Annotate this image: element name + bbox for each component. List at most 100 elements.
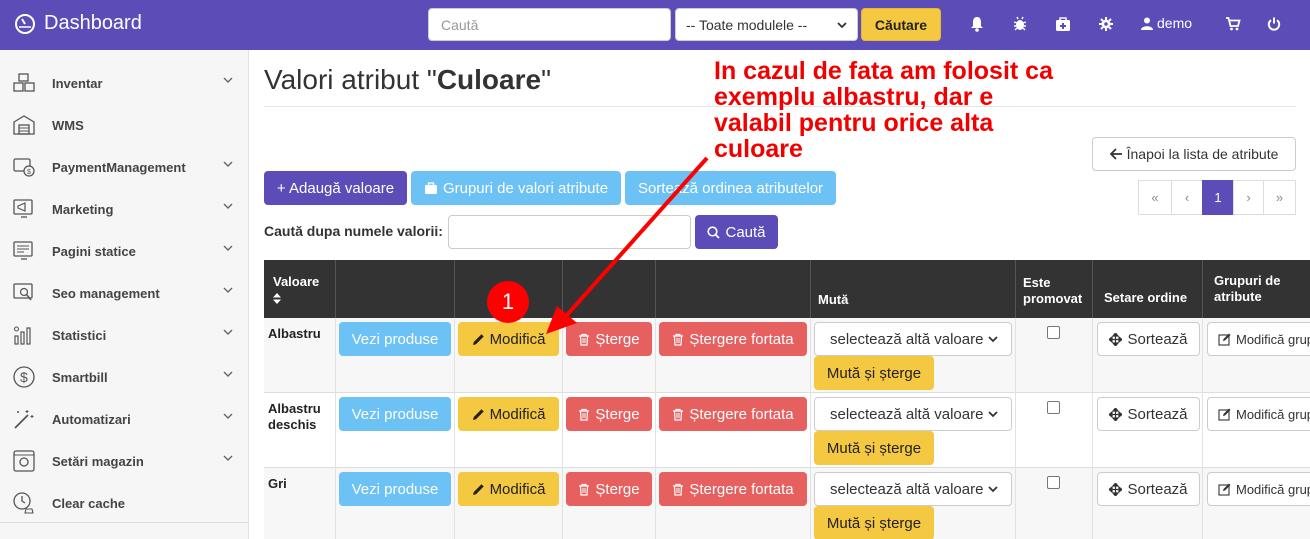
pencil-icon (472, 333, 484, 345)
trash-icon (673, 408, 684, 421)
pagination-prev[interactable]: ‹ (1171, 180, 1203, 215)
pencil-icon (472, 483, 484, 495)
cart-icon[interactable] (1224, 15, 1242, 33)
value-groups-button[interactable]: Grupuri de valori atribute (411, 171, 621, 205)
sidebar-item-setari-magazin[interactable]: Setări magazin (0, 440, 248, 482)
value-search-label: Caută dupa numele valorii: (264, 223, 443, 239)
sidebar-item-seo-management[interactable]: Seo management (0, 272, 248, 314)
trash-icon (673, 333, 684, 346)
chevron-down-icon (223, 287, 233, 293)
move-and-delete-button[interactable]: Mută și șterge (814, 506, 934, 539)
user-menu[interactable]: demo (1141, 15, 1192, 31)
edit-group-button[interactable]: Modifică grup (1207, 472, 1310, 506)
row-value-name: Albastru (268, 326, 321, 341)
sidebar-item-label: Inventar (52, 75, 103, 91)
th-muta-label: Mută (818, 292, 849, 307)
move-target-select[interactable]: selectează altă valoare (814, 322, 1012, 356)
seo-icon (13, 283, 33, 301)
chevron-down-icon (223, 329, 233, 335)
edit-group-button[interactable]: Modifică grup (1207, 397, 1310, 431)
module-select-value: -- Toate modulele -- (686, 16, 808, 33)
gear-icon[interactable] (1097, 15, 1115, 33)
user-icon (1141, 17, 1153, 30)
pages-icon (13, 241, 33, 260)
edit-button[interactable]: Modifică (458, 397, 559, 431)
edit-button[interactable]: Modifică (458, 472, 559, 506)
edit-group-button[interactable]: Modifică grup (1207, 322, 1310, 356)
move-target-select[interactable]: selectează altă valoare (814, 472, 1012, 506)
sidebar-item-label: Smartbill (52, 369, 108, 385)
boxes-icon (13, 73, 35, 92)
pagination-page-1[interactable]: 1 (1202, 180, 1234, 215)
force-delete-button[interactable]: Ștergere fortata (659, 472, 807, 506)
delete-button[interactable]: Șterge (566, 322, 652, 356)
value-search-button[interactable]: Caută (695, 215, 778, 249)
delete-button[interactable]: Șterge (566, 472, 652, 506)
back-to-attributes-button[interactable]: Înapoi la lista de atribute (1092, 137, 1296, 171)
th-empty-3 (563, 260, 656, 318)
bug-icon[interactable] (1011, 15, 1029, 33)
move-and-delete-button[interactable]: Mută și șterge (814, 356, 934, 390)
view-products-button[interactable]: Vezi produse (339, 397, 451, 431)
value-search-input[interactable] (448, 215, 691, 249)
sidebar-item-pagini-statice[interactable]: Pagini statice (0, 230, 248, 272)
view-products-button[interactable]: Vezi produse (339, 472, 451, 506)
sidebar-item-clear-cache[interactable]: Clear cache (0, 482, 248, 524)
warehouse-icon (13, 115, 35, 135)
dollar-icon: $ (13, 366, 35, 388)
global-search-input[interactable] (428, 8, 671, 41)
brand[interactable]: Dashboard (14, 12, 142, 35)
pencil-icon (472, 408, 484, 420)
pagination-next[interactable]: › (1233, 180, 1264, 215)
th-ordine: Setare ordine (1093, 260, 1203, 318)
add-value-button[interactable]: + Adaugă valoare (264, 171, 407, 205)
chevron-down-icon (988, 486, 998, 493)
force-delete-button[interactable]: Ștergere fortata (659, 322, 807, 356)
chevron-down-icon (223, 203, 233, 209)
sort-button[interactable]: Sortează (1097, 472, 1200, 506)
sidebar-item-automatizari[interactable]: Automatizari (0, 398, 248, 440)
move-target-select[interactable]: selectează altă valoare (814, 397, 1012, 431)
power-icon[interactable] (1265, 15, 1283, 33)
delete-button-label: Șterge (595, 480, 640, 498)
search-icon (707, 225, 721, 239)
delete-button[interactable]: Șterge (566, 397, 652, 431)
th-empty-4 (656, 260, 811, 318)
sidebar-item-paymentmanagement[interactable]: $ PaymentManagement (0, 146, 248, 188)
sort-button[interactable]: Sortează (1097, 322, 1200, 356)
view-products-button[interactable]: Vezi produse (339, 322, 451, 356)
promoted-checkbox[interactable] (1047, 401, 1060, 414)
move-and-delete-button[interactable]: Mută și șterge (814, 431, 934, 465)
th-valoare[interactable]: Valoare (264, 260, 336, 318)
sort-button[interactable]: Sortează (1097, 397, 1200, 431)
settings-icon (13, 450, 35, 472)
sidebar-item-wms[interactable]: WMS (0, 104, 248, 146)
global-search-button[interactable]: Căutare (861, 8, 941, 41)
first-aid-icon[interactable] (1054, 15, 1072, 33)
th-valoare-label: Valoare (273, 274, 320, 289)
pagination-last[interactable]: » (1263, 180, 1296, 215)
sidebar-item-smartbill[interactable]: $ Smartbill (0, 356, 248, 398)
promoted-checkbox[interactable] (1047, 476, 1060, 489)
trash-icon (579, 408, 590, 421)
promoted-checkbox[interactable] (1047, 326, 1060, 339)
sidebar-item-marketing[interactable]: Marketing (0, 188, 248, 230)
page-title: Valori atribut "Culoare" (264, 64, 551, 96)
module-select[interactable]: -- Toate modulele -- (675, 8, 858, 41)
bell-icon[interactable] (968, 15, 986, 33)
edit-button[interactable]: Modifică (458, 322, 559, 356)
marketing-icon (13, 199, 33, 218)
edit-group-label: Modifică grup (1236, 331, 1310, 347)
sort-button-label: Sortează (1127, 330, 1188, 348)
sidebar-item-statistici[interactable]: Statistici (0, 314, 248, 356)
edit-group-label: Modifică grup (1236, 481, 1310, 497)
edit-icon (1218, 408, 1231, 421)
sidebar-item-label: Clear cache (52, 495, 125, 511)
sort-attributes-button[interactable]: Sortează ordinea atributelor (625, 171, 836, 205)
force-delete-button[interactable]: Ștergere fortata (659, 397, 807, 431)
sort-icon (273, 293, 281, 304)
th-promovat: Este promovat (1016, 260, 1093, 318)
sidebar-item-label: PaymentManagement (52, 159, 186, 175)
pagination-first[interactable]: « (1138, 180, 1172, 215)
sidebar-item-inventar[interactable]: Inventar (0, 62, 248, 104)
